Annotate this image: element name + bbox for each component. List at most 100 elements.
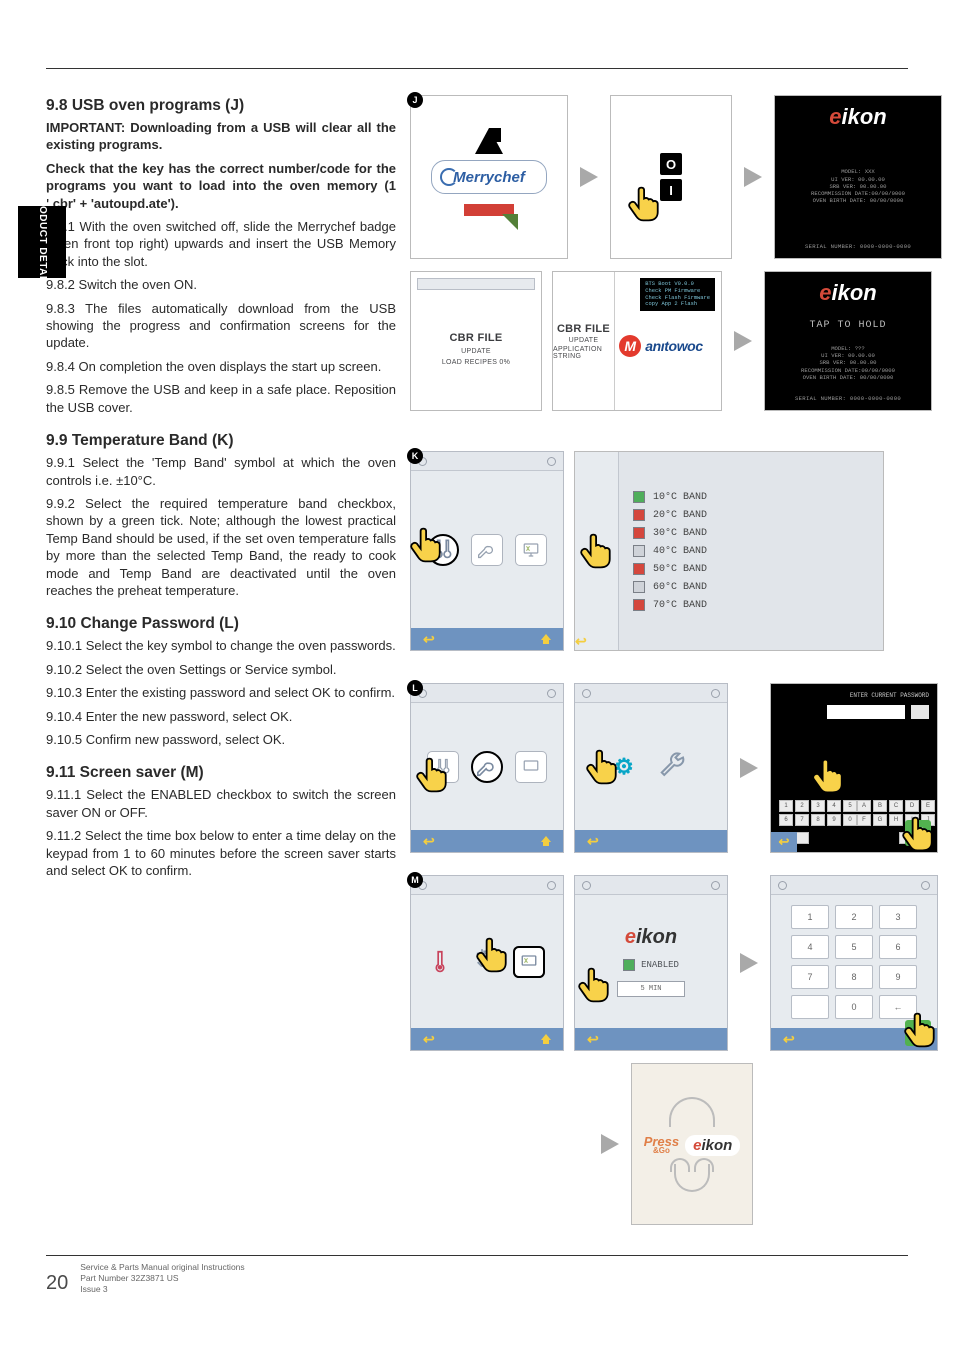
bts-console: BTS Boot V0.0.0 Check PM Firmware Check … bbox=[640, 278, 715, 311]
text-9-8-important: IMPORTANT: Downloading from a USB will c… bbox=[46, 119, 396, 154]
key[interactable]: C bbox=[889, 800, 903, 812]
key-button[interactable] bbox=[471, 534, 503, 566]
temp-band-checkbox[interactable] bbox=[633, 509, 645, 521]
key[interactable]: 8 bbox=[811, 814, 825, 826]
screensaver-button[interactable] bbox=[513, 946, 545, 978]
temp-band-checkbox[interactable] bbox=[633, 599, 645, 611]
back-button[interactable]: ↩ bbox=[587, 1031, 599, 1048]
chef-hat-icon bbox=[669, 1097, 715, 1127]
temp-band-label: 30°C BAND bbox=[653, 528, 707, 539]
callout-L: L bbox=[407, 680, 423, 696]
figure-M-row: M ↩ eikon ENABLED 5 MI bbox=[410, 875, 942, 1051]
clear-button[interactable] bbox=[911, 705, 929, 719]
key[interactable]: F bbox=[857, 814, 871, 826]
heading-9-11: 9.11 Screen saver (M) bbox=[46, 764, 396, 782]
enabled-checkbox[interactable] bbox=[623, 959, 635, 971]
screensaver-button[interactable] bbox=[515, 534, 547, 566]
numpad-key[interactable]: 4 bbox=[791, 935, 829, 959]
key[interactable]: 6 bbox=[779, 814, 793, 826]
home-button[interactable] bbox=[541, 634, 551, 644]
hand-point-icon bbox=[575, 965, 615, 1005]
numpad-key[interactable]: 6 bbox=[879, 935, 917, 959]
text-column: 9.8 USB oven programs (J) IMPORTANT: Dow… bbox=[46, 95, 396, 1225]
back-button[interactable]: ↩ bbox=[575, 633, 587, 649]
temp-band-row[interactable]: 30°C BAND bbox=[633, 527, 869, 539]
callout-K: K bbox=[407, 448, 423, 464]
numpad-key[interactable]: 5 bbox=[835, 935, 873, 959]
temp-band-checkbox[interactable] bbox=[633, 527, 645, 539]
serial-number-2: SERIAL NUMBER: 0000-0000-0000 bbox=[795, 395, 901, 402]
screensaver-preview-row: Press&Go eikon bbox=[410, 1063, 942, 1225]
temp-band-row[interactable]: 50°C BAND bbox=[633, 563, 869, 575]
numpad-key[interactable]: 2 bbox=[835, 905, 873, 929]
figure-L-row: L ↩ ⚙ ↩ ENT bbox=[410, 683, 942, 853]
key[interactable]: 3 bbox=[811, 800, 825, 812]
bottom-rule bbox=[46, 1255, 908, 1256]
numpad-key[interactable]: 0 bbox=[835, 995, 873, 1019]
footer-notes: Service & Parts Manual original Instruct… bbox=[80, 1262, 244, 1295]
time-delay-box[interactable]: 5 MIN bbox=[617, 981, 685, 997]
key[interactable]: 0 bbox=[843, 814, 857, 826]
cbr-title: CBR FILE bbox=[449, 332, 502, 344]
numpad-key[interactable] bbox=[791, 995, 829, 1019]
key[interactable]: 4 bbox=[827, 800, 841, 812]
temp-band-checkbox[interactable] bbox=[633, 563, 645, 575]
back-button[interactable]: ↩ bbox=[423, 631, 435, 648]
back-button[interactable]: ↩ bbox=[779, 834, 790, 850]
service-wrench-icon[interactable] bbox=[658, 750, 688, 783]
hand-point-icon bbox=[583, 747, 623, 787]
heading-9-8: 9.8 USB oven programs (J) bbox=[46, 97, 396, 115]
key[interactable]: 7 bbox=[795, 814, 809, 826]
temp-band-label: 60°C BAND bbox=[653, 582, 707, 593]
back-button[interactable]: ↩ bbox=[783, 1031, 795, 1048]
key[interactable]: D bbox=[905, 800, 919, 812]
back-button[interactable]: ↩ bbox=[587, 833, 599, 850]
temp-band-checkbox[interactable] bbox=[633, 581, 645, 593]
key[interactable]: E bbox=[921, 800, 935, 812]
key-button[interactable] bbox=[471, 751, 503, 783]
numpad-key[interactable]: 1 bbox=[791, 905, 829, 929]
screensaver-button[interactable] bbox=[515, 751, 547, 783]
key[interactable]: 5 bbox=[843, 800, 857, 812]
temp-band-row[interactable]: 40°C BAND bbox=[633, 545, 869, 557]
temp-band-row[interactable]: 60°C BAND bbox=[633, 581, 869, 593]
text-9-10-4: 9.10.4 Enter the new password, select OK… bbox=[46, 708, 396, 725]
numpad-key[interactable]: 9 bbox=[879, 965, 917, 989]
keyboard-left[interactable]: 12345 67890 bbox=[779, 800, 857, 826]
text-9-8-1: 9.8.1 With the oven switched off, slide … bbox=[46, 218, 396, 270]
key[interactable]: B bbox=[873, 800, 887, 812]
temp-band-checkbox[interactable] bbox=[633, 491, 645, 503]
temp-band-label: 40°C BAND bbox=[653, 546, 707, 557]
temp-band-row[interactable]: 10°C BAND bbox=[633, 491, 869, 503]
switch-O[interactable]: O bbox=[660, 153, 682, 175]
back-button[interactable]: ↩ bbox=[423, 833, 435, 850]
manitowoc-logo: M anıtowoc bbox=[619, 335, 702, 357]
back-button[interactable]: ↩ bbox=[423, 1031, 435, 1048]
numpad-key[interactable]: 8 bbox=[835, 965, 873, 989]
key[interactable]: 9 bbox=[827, 814, 841, 826]
numpad-key[interactable]: 7 bbox=[791, 965, 829, 989]
temp-band-row[interactable]: 70°C BAND bbox=[633, 599, 869, 611]
thermometer-icon[interactable] bbox=[429, 943, 451, 980]
key[interactable]: A bbox=[857, 800, 871, 812]
text-9-10-2: 9.10.2 Select the oven Settings or Servi… bbox=[46, 661, 396, 678]
key[interactable]: 1 bbox=[779, 800, 793, 812]
text-9-10-5: 9.10.5 Confirm new password, select OK. bbox=[46, 731, 396, 748]
temp-band-row[interactable]: 20°C BAND bbox=[633, 509, 869, 521]
text-9-10-3: 9.10.3 Enter the existing password and s… bbox=[46, 684, 396, 701]
sym-key[interactable] bbox=[795, 832, 809, 844]
home-button[interactable] bbox=[541, 836, 551, 846]
numpad-key[interactable]: 3 bbox=[879, 905, 917, 929]
key[interactable]: 2 bbox=[795, 800, 809, 812]
press-and-go: Press&Go bbox=[644, 1136, 679, 1155]
key[interactable]: G bbox=[873, 814, 887, 826]
text-9-8-3: 9.8.3 The files automatically download f… bbox=[46, 300, 396, 352]
temp-band-checkbox[interactable] bbox=[633, 545, 645, 557]
home-button[interactable] bbox=[541, 1034, 551, 1044]
panel-cbr-update-2: BTS Boot V0.0.0 Check PM Firmware Check … bbox=[552, 271, 722, 411]
numpad[interactable]: 1234567890← bbox=[791, 905, 917, 1019]
password-input[interactable] bbox=[827, 705, 905, 719]
monitor-icon bbox=[522, 541, 540, 559]
hand-point-icon bbox=[407, 525, 447, 565]
arrow-up-icon bbox=[475, 128, 503, 154]
